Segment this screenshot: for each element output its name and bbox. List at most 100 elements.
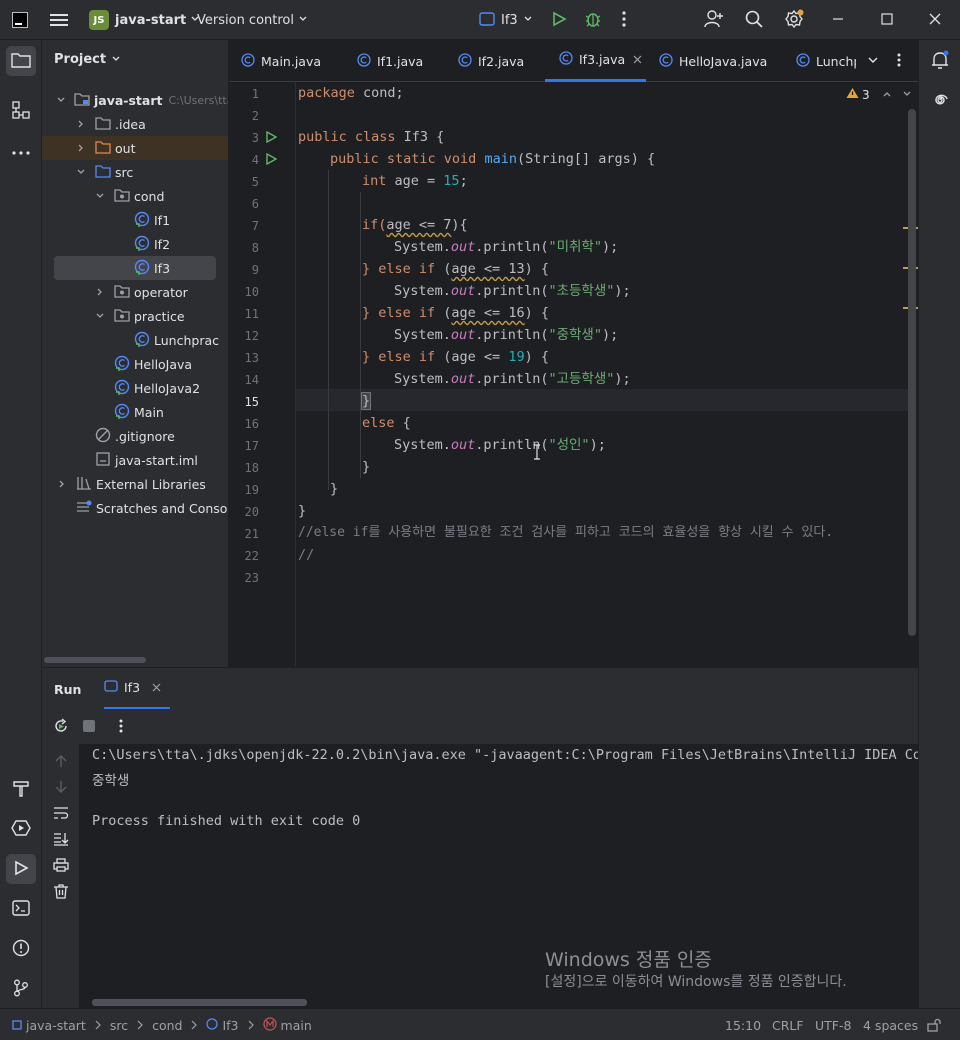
breadcrumb-item[interactable]: java-start <box>26 1018 86 1033</box>
breadcrumb-item[interactable]: src <box>110 1018 128 1033</box>
project-panel-header[interactable]: Project <box>54 52 121 67</box>
title-bar: JS java-start Version control If3 <box>0 0 960 40</box>
scroll-to-end-button[interactable] <box>53 832 69 849</box>
tree-item-main[interactable]: Main <box>42 400 228 424</box>
run-class-gutter-icon[interactable] <box>265 130 278 146</box>
horizontal-scrollbar[interactable] <box>44 657 146 663</box>
git-tool-button[interactable] <box>6 974 36 1004</box>
scroll-down-button[interactable] <box>54 780 68 797</box>
run-tool-button[interactable] <box>6 854 36 884</box>
code-token-warning[interactable]: age <= 16 <box>451 305 524 321</box>
minimize-button[interactable] <box>832 0 844 40</box>
code-token-warning[interactable]: age <= 7 <box>386 217 451 233</box>
more-actions-button[interactable] <box>622 0 626 40</box>
lock-button[interactable] <box>927 1018 941 1035</box>
ai-assistant-button[interactable] <box>925 86 955 116</box>
code-comment: // <box>298 547 315 563</box>
line-separator[interactable]: CRLF <box>772 1018 804 1033</box>
code-editor[interactable]: package cond; public class If3 { public … <box>296 82 918 667</box>
ide-logo-icon[interactable] <box>12 0 28 40</box>
tree-item-if3[interactable]: If3 <box>54 256 216 280</box>
tab-main-java[interactable]: Main.java <box>241 40 321 82</box>
java-class-icon <box>134 259 150 278</box>
stop-button[interactable] <box>82 719 96 736</box>
tab-label: HelloJava.java <box>679 53 768 69</box>
vcs-menu[interactable]: Version control <box>197 0 308 40</box>
indent-setting[interactable]: 4 spaces <box>863 1018 918 1033</box>
more-vertical-icon <box>622 10 626 30</box>
project-switcher[interactable]: JS java-start <box>89 0 200 40</box>
file-encoding[interactable]: UTF-8 <box>815 1018 851 1033</box>
chevron-down-icon[interactable] <box>902 88 912 102</box>
add-user-button[interactable] <box>704 0 724 40</box>
tree-item-scratches[interactable]: Scratches and Consoles <box>42 496 228 520</box>
project-tool-button[interactable] <box>6 46 36 76</box>
line-number: 8 <box>251 241 259 255</box>
structure-tool-button[interactable] <box>6 96 36 126</box>
line-number: 4 <box>251 153 259 167</box>
tab-hellojava-java[interactable]: HelloJava.java <box>659 40 767 82</box>
breadcrumb-item[interactable]: If3 <box>222 1018 238 1033</box>
tree-item-cond[interactable]: cond <box>42 184 228 208</box>
tree-item-src[interactable]: src <box>42 160 228 184</box>
run-main-gutter-icon[interactable] <box>265 152 278 168</box>
problems-tool-button[interactable] <box>6 934 36 964</box>
run-config-selector[interactable]: If3 <box>479 0 533 40</box>
more-tools-button[interactable] <box>6 136 36 166</box>
code-line-7: if(age <= 7){ <box>362 214 468 236</box>
tree-item-idea[interactable]: .idea <box>42 112 228 136</box>
run-tab-if3[interactable]: If3 <box>104 668 170 710</box>
terminal-tool-button[interactable] <box>6 894 36 924</box>
tree-item-lunchprac[interactable]: Lunchprac <box>42 328 228 352</box>
run-button[interactable] <box>551 0 567 40</box>
run-more-button[interactable] <box>119 719 123 736</box>
close-tab-icon[interactable] <box>152 681 161 695</box>
caret-position[interactable]: 15:10 <box>725 1018 761 1033</box>
code-token-warning[interactable]: age <= 13 <box>451 261 524 277</box>
tree-item-hellojava2[interactable]: HelloJava2 <box>42 376 228 400</box>
inspection-widget[interactable]: 3 <box>846 87 912 102</box>
code-token: } else if <box>362 305 436 321</box>
code-line-4: public static void main(String[] args) { <box>330 148 655 170</box>
run-console[interactable]: C:\Users\tta\.jdks\openjdk-22.0.2\bin\ja… <box>80 744 918 1008</box>
maximize-button[interactable] <box>881 0 893 40</box>
close-window-button[interactable] <box>929 0 941 40</box>
breadcrumb-item[interactable]: main <box>281 1018 312 1033</box>
tree-item-gitignore[interactable]: .gitignore <box>42 424 228 448</box>
tree-item-if1[interactable]: If1 <box>42 208 228 232</box>
tree-label: cond <box>134 188 165 204</box>
tree-item-operator[interactable]: operator <box>42 280 228 304</box>
tree-item-iml[interactable]: java-start.iml <box>42 448 228 472</box>
tree-item-hellojava[interactable]: HelloJava <box>42 352 228 376</box>
tree-item-external-libraries[interactable]: External Libraries <box>42 472 228 496</box>
notifications-button[interactable] <box>925 46 955 76</box>
run-config-icon <box>479 11 495 29</box>
debug-button[interactable] <box>584 0 602 40</box>
scroll-up-button[interactable] <box>54 754 68 771</box>
build-tool-button[interactable] <box>6 774 36 804</box>
rerun-button[interactable] <box>53 718 69 737</box>
tree-item-out[interactable]: out <box>42 136 228 160</box>
console-horizontal-scrollbar[interactable] <box>92 999 307 1006</box>
soft-wrap-button[interactable] <box>53 806 69 823</box>
tree-item-practice[interactable]: practice <box>42 304 228 328</box>
tabs-more-button[interactable] <box>897 40 901 82</box>
close-tab-icon[interactable] <box>633 52 642 67</box>
main-menu-icon[interactable] <box>50 0 68 40</box>
vertical-scrollbar[interactable] <box>908 109 916 636</box>
settings-button[interactable] <box>784 0 804 40</box>
tree-item-java-start[interactable]: java-start C:\Users\tta <box>42 88 228 112</box>
chevron-up-icon[interactable] <box>882 88 892 102</box>
print-button[interactable] <box>53 858 69 875</box>
tree-item-if2[interactable]: If2 <box>42 232 228 256</box>
tab-if2-java[interactable]: If2.java <box>458 40 524 82</box>
tab-if3-java[interactable]: If3.java <box>545 40 646 82</box>
tabs-dropdown-button[interactable] <box>867 40 879 82</box>
tab-lunchprac-java[interactable]: Lunchp <box>796 40 856 82</box>
search-button[interactable] <box>745 0 763 40</box>
tab-if1-java[interactable]: If1.java <box>357 40 423 82</box>
tree-label: .idea <box>115 116 146 132</box>
breadcrumb-item[interactable]: cond <box>152 1018 182 1033</box>
clear-console-button[interactable] <box>53 884 69 902</box>
services-tool-button[interactable] <box>6 814 36 844</box>
